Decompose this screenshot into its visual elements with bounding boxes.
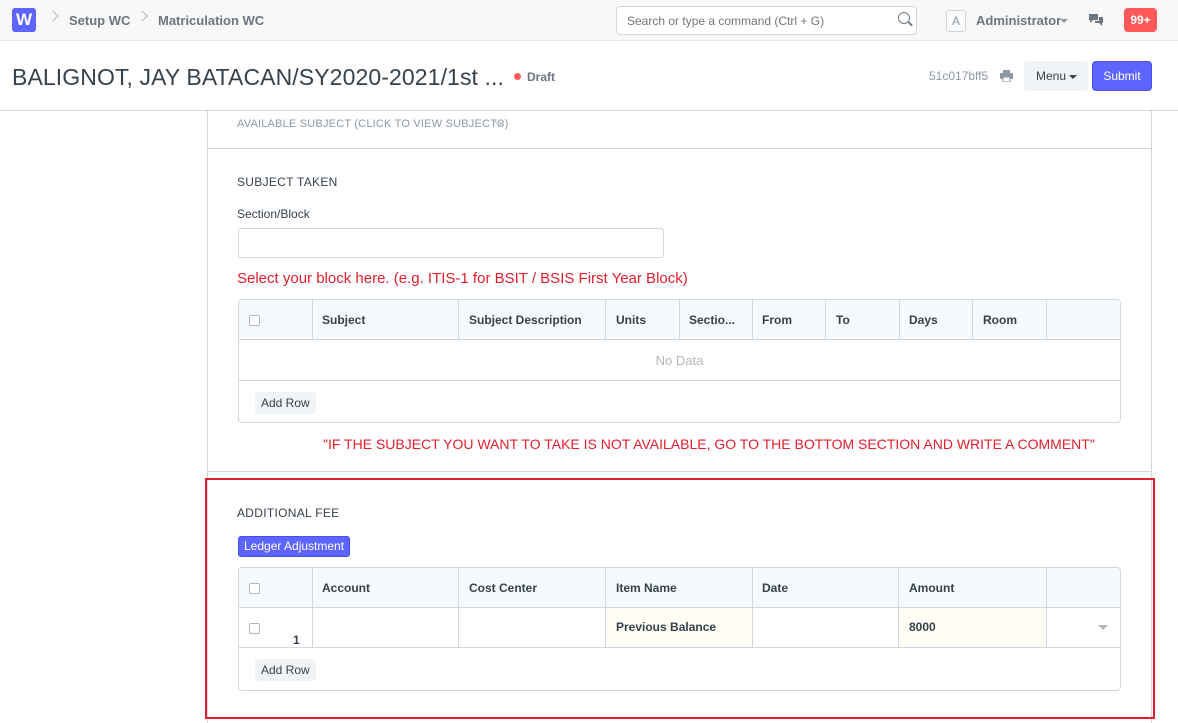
navbar: W Setup WC Matriculation WC A Administra… [0,0,1178,41]
breadcrumb-matriculation-wc[interactable]: Matriculation WC [158,13,264,28]
column-header: From [752,300,826,340]
select-all-checkbox[interactable] [249,583,260,594]
no-data-message: No Data [239,340,1120,381]
row-actions-cell [1046,608,1120,647]
item-name-cell[interactable]: Previous Balance [606,608,753,647]
section-block-help-text: Select your block here. (e.g. ITIS-1 for… [237,270,688,287]
menu-button[interactable]: Menu [1024,61,1088,91]
row-index: 1 [293,633,300,647]
caret-down-icon[interactable] [1060,19,1068,23]
select-all-cell [239,568,313,608]
breadcrumb-chevron-icon [136,10,148,22]
row-select-cell: 1 [239,608,313,647]
chat-icon[interactable] [1088,13,1104,27]
table-header: Account Cost Center Item Name Date Amoun… [239,568,1120,608]
column-header: Amount [899,568,1047,608]
section-block-input[interactable] [238,228,664,258]
column-header: Sectio... [679,300,753,340]
column-header: Account [312,568,459,608]
select-all-checkbox[interactable] [249,315,260,326]
status-indicator-icon [514,73,521,80]
row-edit-caret-icon[interactable] [1098,625,1108,630]
caret-down-icon[interactable] [1069,75,1077,79]
notifications-badge[interactable]: 99+ [1124,8,1157,32]
page-title: BALIGNOT, JAY BATACAN/SY2020-2021/1st ..… [12,64,504,90]
avatar[interactable]: A [946,10,966,32]
section-divider [207,471,1152,472]
subject-taken-table: Subject Subject Description Units Sectio… [238,299,1121,423]
column-header: Item Name [606,568,753,608]
column-header-actions [1046,568,1120,608]
column-header: Room [973,300,1047,340]
table-header: Subject Subject Description Units Sectio… [239,300,1120,340]
section-divider [207,148,1152,149]
section-head-available-subject[interactable]: AVAILABLE SUBJECT (CLICK TO VIEW SUBJECT… [237,118,508,130]
column-header: Cost Center [459,568,606,608]
menu-button-label: Menu [1036,69,1067,83]
form-border [1151,111,1152,723]
section-head-subject-taken: SUBJECT TAKEN [237,175,338,189]
search-box[interactable] [616,6,917,35]
comment-note: "IF THE SUBJECT YOU WANT TO TAKE IS NOT … [323,436,1095,452]
column-header-actions [1046,300,1120,340]
amount-cell[interactable]: 8000 [899,608,1047,647]
column-header: Date [752,568,899,608]
search-input[interactable] [627,14,887,28]
column-header: Subject [312,300,459,340]
additional-fee-table: Account Cost Center Item Name Date Amoun… [238,567,1121,691]
add-row-button[interactable]: Add Row [255,659,316,681]
column-header: To [826,300,900,340]
account-cell[interactable] [312,608,459,647]
print-icon[interactable] [1000,70,1013,82]
status-badge: Draft [527,70,556,84]
app-logo[interactable]: W [12,8,36,32]
table-row[interactable]: 1 Previous Balance 8000 [239,608,1120,648]
page-head-divider [0,110,1178,111]
date-cell[interactable] [752,608,899,647]
section-block-label: Section/Block [237,207,310,221]
section-head-additional-fee: ADDITIONAL FEE [237,506,340,520]
user-menu[interactable]: Administrator [976,13,1061,28]
search-icon[interactable] [898,12,910,24]
document-id: 51c017bff5 [929,69,989,83]
cost-center-cell[interactable] [459,608,606,647]
breadcrumb-chevron-icon [47,10,59,22]
column-header: Subject Description [459,300,606,340]
breadcrumb-setup-wc[interactable]: Setup WC [69,13,130,28]
row-checkbox[interactable] [249,623,260,634]
column-header: Units [606,300,680,340]
submit-button[interactable]: Submit [1092,61,1152,91]
ledger-adjustment-button[interactable]: Ledger Adjustment [238,536,351,557]
form-border [207,111,208,723]
add-row-button[interactable]: Add Row [255,392,316,414]
select-all-cell [239,300,313,340]
column-header: Days [899,300,973,340]
